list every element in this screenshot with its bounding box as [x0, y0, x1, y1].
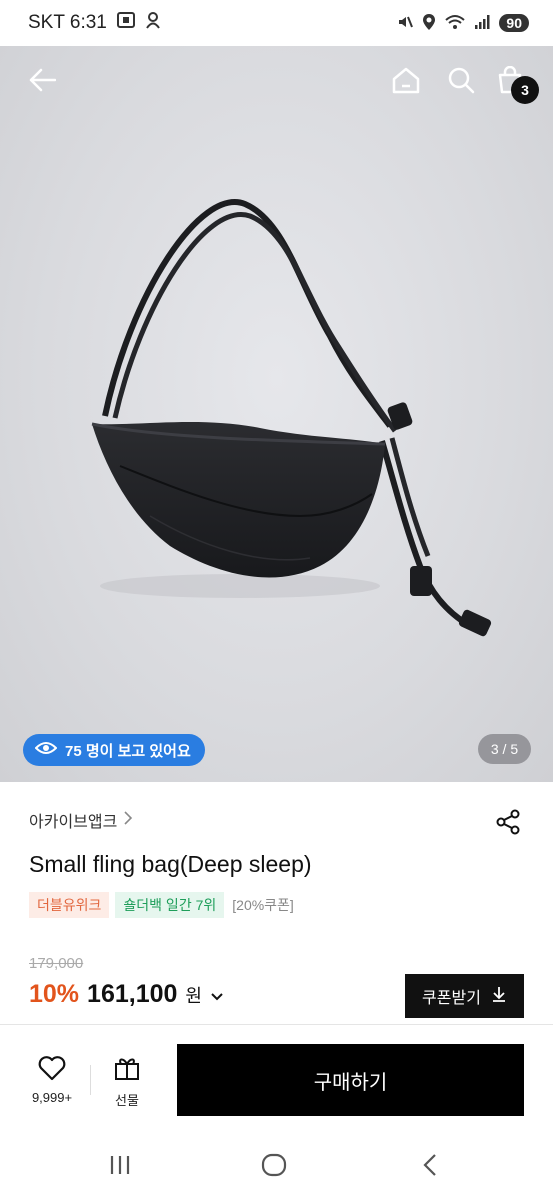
chevron-right-icon [123, 810, 133, 831]
image-page-counter: 3 / 5 [478, 734, 531, 764]
screenshot-icon [116, 12, 135, 34]
wifi-icon [445, 14, 466, 33]
system-nav-bar [0, 1140, 553, 1200]
status-left: SKT 6:31 [28, 11, 161, 35]
discount-rate: 10% [29, 980, 80, 1008]
top-nav [0, 62, 553, 106]
viewers-text: 75 명이 보고 있어요 [65, 742, 191, 760]
chevron-down-icon [210, 989, 224, 1007]
carrier-time: SKT 6:31 [28, 12, 107, 33]
notification-icon [145, 11, 161, 35]
price-row[interactable]: 10% 161,100 원 [29, 980, 224, 1009]
original-price: 179,000 [29, 955, 84, 972]
search-icon [447, 66, 475, 99]
share-button[interactable] [490, 806, 526, 842]
search-button[interactable] [441, 62, 481, 102]
product-tags: 더블유위크 숄더백 일간 7위 [20%쿠폰] [29, 892, 296, 918]
home-circle-icon [261, 1153, 287, 1182]
recent-apps-icon [108, 1154, 132, 1181]
sale-price: 161,100 [87, 980, 178, 1008]
mute-icon [397, 14, 414, 33]
back-chevron-icon [422, 1153, 438, 1182]
gift-icon [113, 1055, 141, 1084]
product-title: Small fling bag(Deep sleep) [29, 851, 312, 877]
coupon-tag: [20%쿠폰] [232, 897, 294, 913]
coupon-button-label: 쿠폰받기 [422, 990, 481, 1007]
location-icon [422, 13, 436, 34]
back-button[interactable] [22, 62, 62, 102]
section-divider [0, 1024, 553, 1025]
coupon-download-button[interactable]: 쿠폰받기 [405, 974, 524, 1018]
signal-icon [474, 14, 490, 33]
back-arrow-icon [28, 68, 57, 97]
home-icon [391, 66, 421, 99]
home-button[interactable] [386, 62, 426, 102]
product-image-gallery[interactable]: 3 [0, 46, 553, 782]
eye-icon [34, 741, 58, 759]
heart-icon [38, 1055, 66, 1084]
download-icon [491, 986, 507, 1007]
like-count: 9,999+ [31, 1090, 73, 1105]
currency-label: 원 [185, 986, 202, 1006]
viewers-badge: 75 명이 보고 있어요 [23, 734, 205, 766]
recent-apps-button[interactable] [100, 1152, 140, 1182]
cart-count-badge: 3 [511, 76, 539, 104]
ranking-badge: 숄더백 일간 7위 [115, 892, 225, 918]
battery-indicator: 90 [499, 14, 529, 32]
share-icon [494, 808, 522, 841]
gift-label: 선물 [115, 1093, 139, 1108]
brand-name: 아카이브앱크 [29, 814, 118, 831]
action-divider [90, 1065, 91, 1095]
product-photo [91, 199, 492, 637]
status-bar: SKT 6:31 90 [0, 0, 553, 46]
brand-link[interactable]: 아카이브앱크 [29, 808, 133, 832]
home-nav-button[interactable] [254, 1152, 294, 1182]
event-badge: 더블유위크 [29, 892, 110, 918]
status-right: 90 [397, 13, 529, 34]
gift-button[interactable]: 선물 [104, 1055, 150, 1109]
buy-button[interactable]: 구매하기 [177, 1044, 524, 1116]
like-button[interactable]: 9,999+ [24, 1055, 80, 1105]
back-nav-button[interactable] [410, 1152, 450, 1182]
